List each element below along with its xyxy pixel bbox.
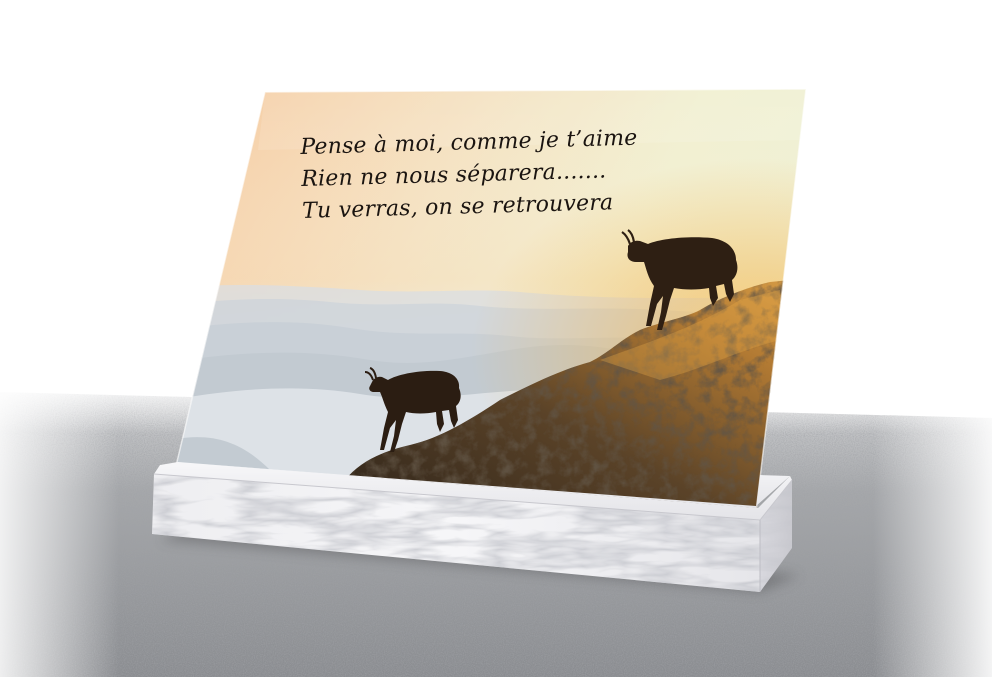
product-photo-scene: [0, 88, 992, 677]
poem-text: Pense à moi, comme je t’aime Rien ne nou…: [300, 119, 763, 228]
